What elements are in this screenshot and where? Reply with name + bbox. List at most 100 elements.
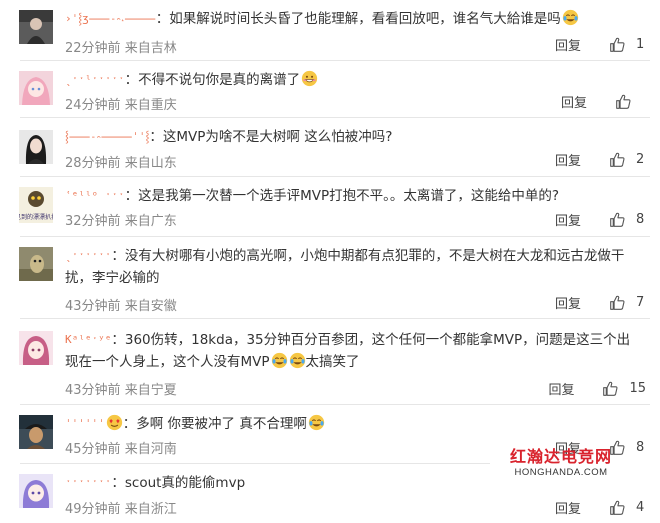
username-link[interactable]: Kᵃˡᵉˑʸᵉ [65,329,111,351]
comment-meta: 28分钟前 来自山东 [65,152,177,171]
comment-text: 如果解说时间长头昏了也能理解，看看回放吧，谁名气大給谁是吗 [169,11,561,27]
like-count: 8 [636,440,645,455]
cry-laugh-emoji-icon [289,352,305,369]
like-icon[interactable] [609,36,626,53]
comment-actions: 回复 7 [555,293,646,312]
like-icon[interactable] [615,93,632,110]
colon: ： [111,248,125,264]
avatar[interactable] [19,130,53,164]
comment-item: ˎˑˑˑˑˑˑ：没有大树哪有小炮的高光啊，小炮中期都有点犯罪的，不是大树在大龙和… [0,237,660,319]
username-link[interactable]: ˎˑˑˡˑˑˑˑˑ [65,69,125,91]
username-link[interactable]: ˈˈˈˈˈˈ [65,413,105,435]
reply-button[interactable]: 回复 [561,92,587,111]
comment-location: 来自山东 [124,156,177,171]
colon: ： [155,11,170,27]
reply-button[interactable]: 回复 [555,150,581,169]
site-watermark: 红瀚达电竞网 HONGHANDA.COM [510,443,612,478]
colon: ： [111,332,125,348]
comment-meta: 45分钟前 来自河南 [65,438,177,457]
comment-actions: 回复 4 [555,498,646,517]
like-count: 4 [636,500,645,515]
comment-body: ˎˑˑˡˑˑˑˑˑ：不得不说句你是真的离谱了 [65,69,636,91]
colon: ： [124,72,139,88]
colon: ： [111,475,125,491]
like-icon[interactable] [609,151,626,168]
comment-body: ʿᵉˡˡᵒ ˑˑˑ：这是我第一次替一个选手评MVP打抱不平。。太离谱了，这能给中… [65,185,636,207]
comment-actions: 回复 15 [548,379,646,398]
like-count: 2 [636,152,645,167]
cry-laugh-emoji-icon [308,414,324,431]
comment-item: ⸾⸺˗⹅⸻ˈˈ⸾：这MVP为啥不是大树啊 这么怕被冲吗? 28分钟前 来自山东 … [0,118,660,177]
comment-location: 来自广东 [124,214,177,229]
username-link[interactable]: ›ˈ⸾ʒ⸺˗⹅˔⸻ [65,8,156,30]
comment-actions: 回复 2 [555,150,646,169]
comment-meta: 49分钟前 来自浙江 [65,498,177,517]
reply-button[interactable]: 回复 [555,35,581,54]
cry-laugh-emoji-icon [271,352,287,369]
like-icon[interactable] [609,499,626,516]
comment-time: 43分钟前 [65,299,121,314]
comment-actions: 回复 8 [555,210,646,229]
comment-time: 28分钟前 [65,156,121,171]
comment-body: ˈˈˈˈˈˈ ：多啊 你要被冲了 真不合理啊 [65,413,636,435]
grin-emoji-icon [301,70,318,87]
comment-location: 来自浙江 [124,502,177,517]
comment-item: ˎˑˑˡˑˑˑˑˑ：不得不说句你是真的离谱了 24分钟前 来自重庆 回复 [0,61,660,118]
comment-text: 不得不说句你是真的离谱了 [138,72,301,88]
comment-body: ⸾⸺˗⹅⸻ˈˈ⸾：这MVP为啥不是大树啊 这么怕被冲吗? [65,126,636,148]
comment-text: 没有大树哪有小炮的高光啊，小炮中期都有点犯罪的，不是大树在大龙和远古龙做干扰，李… [65,248,625,286]
like-icon[interactable] [609,211,626,228]
comment-time: 24分钟前 [65,98,121,113]
reply-button[interactable]: 回复 [555,498,581,517]
comment-text: 多啊 你要被冲了 真不合理啊 [136,416,307,432]
heart-eyes-emoji-icon [106,414,122,431]
like-icon[interactable] [609,294,626,311]
username-link[interactable]: ˎˑˑˑˑˑˑ [65,245,111,267]
avatar[interactable]: 见到的漂漂扒扎 [19,187,53,223]
reply-button[interactable]: 回复 [555,210,581,229]
comment-item: Kᵃˡᵉˑʸᵉ：360伤转，18kda，35分钟百分百参团，这个任何一个都能拿M… [0,319,660,405]
username-link[interactable]: ⸾⸺˗⹅⸻ˈˈ⸾ [65,126,149,148]
avatar[interactable] [19,474,53,508]
comment-time: 22分钟前 [65,41,121,56]
reply-button[interactable]: 回复 [555,293,581,312]
comment-text-tail: 太搞笑了 [305,354,360,370]
comment-text: 这MVP为啥不是大树啊 这么怕被冲吗? [162,129,393,145]
username-link[interactable]: ˑˑˑˑˑˑˑ [65,472,111,494]
reply-button[interactable]: 回复 [548,379,574,398]
comment-location: 来自宁夏 [124,383,177,398]
watermark-url: HONGHANDA.COM [514,467,608,478]
colon: ： [124,188,139,204]
comment-body: ˎˑˑˑˑˑˑ：没有大树哪有小炮的高光啊，小炮中期都有点犯罪的，不是大树在大龙和… [65,245,636,289]
comment-location: 来自重庆 [124,98,177,113]
comment-meta: 22分钟前 来自吉林 [65,37,177,56]
comment-time: 49分钟前 [65,502,121,517]
avatar[interactable] [19,10,53,44]
comment-meta: 32分钟前 来自广东 [65,210,177,229]
comment-body: Kᵃˡᵉˑʸᵉ：360伤转，18kda，35分钟百分百参团，这个任何一个都能拿M… [65,329,636,373]
watermark-title: 红瀚达电竞网 [510,447,613,466]
comment-actions: 回复 1 [555,35,646,54]
like-count: 8 [636,212,645,227]
comment-time: 45分钟前 [65,442,121,457]
comment-location: 来自吉林 [124,41,177,56]
comment-time: 43分钟前 [65,383,121,398]
comment-item: ›ˈ⸾ʒ⸺˗⹅˔⸻：如果解说时间长头昏了也能理解，看看回放吧，谁名气大給谁是吗 … [0,0,660,61]
comment-location: 来自河南 [124,442,177,457]
comment-actions: 回复 [561,92,646,111]
like-icon[interactable] [602,380,619,397]
avatar[interactable] [19,415,53,449]
like-count: 15 [629,381,646,396]
svg-text:见到的漂漂扒扎: 见到的漂漂扒扎 [19,213,53,221]
username-link[interactable]: ʿᵉˡˡᵒ ˑˑˑ [65,185,125,207]
comment-time: 32分钟前 [65,214,121,229]
colon: ： [149,129,163,145]
avatar[interactable] [19,247,53,281]
colon: ： [122,416,137,432]
comment-location: 来自安徽 [124,299,177,314]
avatar[interactable] [19,71,53,105]
comment-meta: 43分钟前 来自宁夏 [65,379,177,398]
comment-text: 这是我第一次替一个选手评MVP打抱不平。。太离谱了，这能给中单的? [138,188,560,204]
avatar[interactable] [19,331,53,365]
like-count: 7 [636,295,645,310]
